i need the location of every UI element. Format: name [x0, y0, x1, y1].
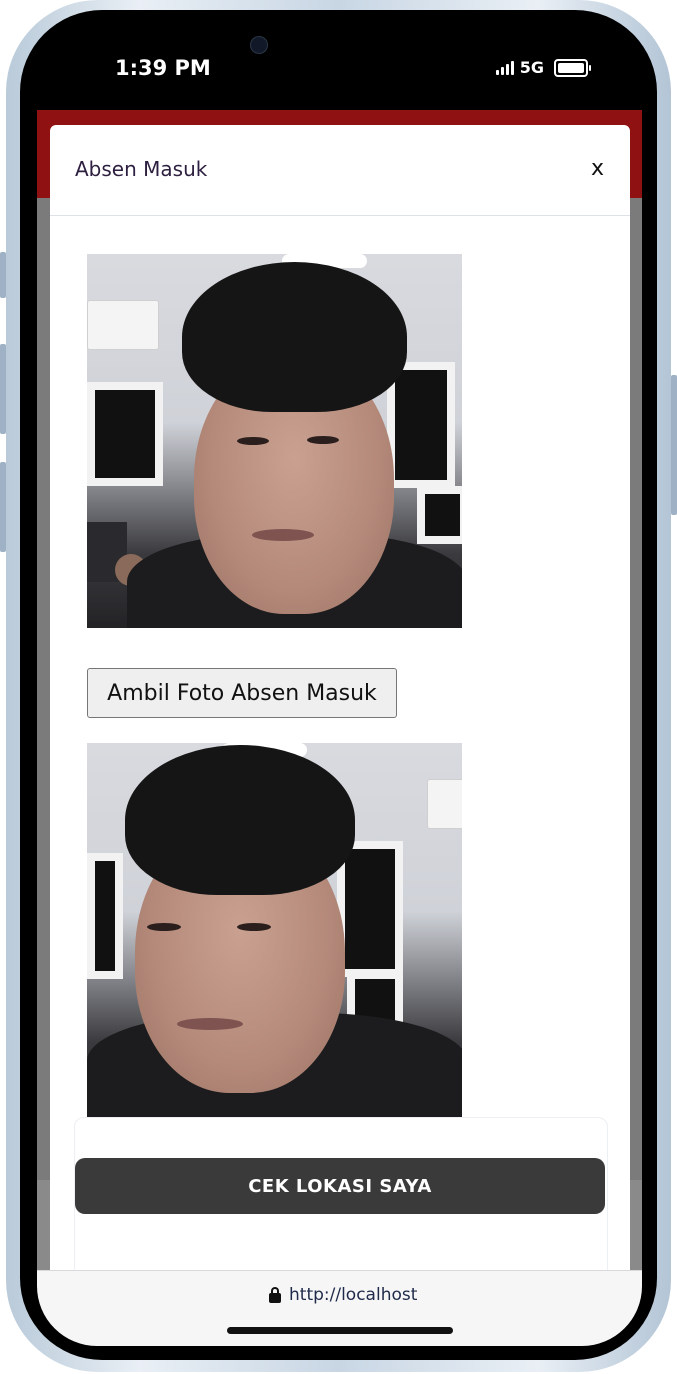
capture-photo-button[interactable]: Ambil Foto Absen Masuk [87, 668, 397, 718]
url-display[interactable]: http://localhost [269, 1285, 417, 1305]
camera-preview [87, 254, 462, 628]
phone-screen: 1:39 PM 5G Absen Masuk x Ambil Foto Abse… [37, 26, 642, 1346]
home-indicator[interactable] [227, 1327, 453, 1334]
mute-switch [0, 252, 6, 298]
status-bar: 1:39 PM 5G [37, 26, 642, 110]
volume-up-button [0, 344, 6, 434]
url-text: http://localhost [289, 1285, 418, 1305]
close-button[interactable]: x [585, 155, 610, 182]
network-type: 5G [519, 58, 544, 77]
web-viewport: Absen Masuk x Ambil Foto Absen Masuk CEK… [37, 110, 642, 1289]
browser-url-bar[interactable]: http://localhost [37, 1270, 642, 1346]
battery-icon [554, 58, 591, 77]
check-location-button[interactable]: CEK LOKASI SAYA [75, 1158, 605, 1214]
captured-photo [87, 743, 462, 1117]
lock-icon [269, 1287, 281, 1303]
power-button [671, 375, 677, 515]
status-indicators: 5G [495, 58, 591, 77]
signal-icon [495, 60, 514, 75]
modal-title: Absen Masuk [75, 157, 208, 181]
attendance-modal: Absen Masuk x Ambil Foto Absen Masuk CEK… [50, 125, 630, 1289]
status-time: 1:39 PM [115, 56, 211, 80]
modal-header: Absen Masuk x [50, 125, 630, 216]
front-camera-icon [250, 36, 268, 54]
volume-down-button [0, 462, 6, 552]
